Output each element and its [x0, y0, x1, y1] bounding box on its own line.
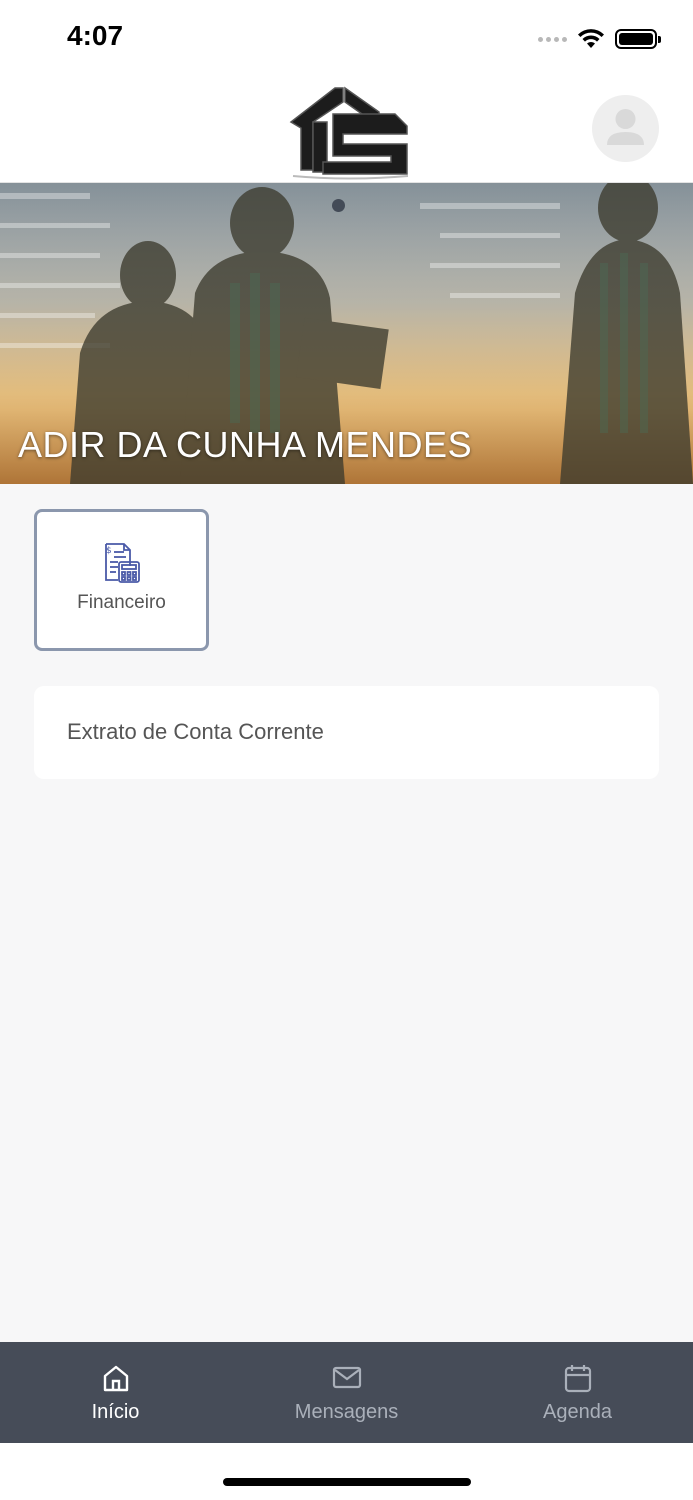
tab-mensagens[interactable]: Mensagens — [231, 1342, 462, 1443]
status-bar: 4:07 — [0, 0, 693, 78]
user-avatar-button[interactable] — [592, 95, 659, 162]
tab-mensagens-label: Mensagens — [294, 1401, 399, 1423]
calendar-icon — [564, 1365, 591, 1393]
extrato-conta-corrente-label: Extrato de Conta Corrente — [67, 719, 324, 744]
tab-agenda[interactable]: Agenda — [462, 1342, 693, 1443]
bottom-tab-bar: Início Mensagens Agenda — [0, 1342, 693, 1443]
extrato-conta-corrente-item[interactable]: Extrato de Conta Corrente — [34, 686, 659, 779]
cellular-signal-icon — [538, 36, 567, 42]
battery-icon — [615, 29, 661, 49]
home-indicator[interactable] — [223, 1478, 471, 1486]
home-indicator-area — [0, 1443, 693, 1500]
status-icons — [538, 26, 661, 52]
tab-inicio[interactable]: Início — [0, 1342, 231, 1443]
wifi-icon — [578, 29, 604, 48]
tab-agenda-label: Agenda — [543, 1401, 612, 1423]
home-icon — [103, 1365, 128, 1392]
tab-inicio-label: Início — [91, 1401, 140, 1423]
company-logo — [289, 86, 409, 180]
financeiro-label: Financeiro — [77, 592, 166, 613]
financeiro-module-card[interactable]: $ Financeiro — [34, 509, 209, 651]
status-time: 4:07 — [67, 20, 124, 51]
hero-banner[interactable]: ADIR DA CUNHA MENDES — [0, 183, 693, 484]
user-avatar-icon — [607, 109, 644, 145]
mail-icon — [332, 1366, 361, 1389]
svg-text:$: $ — [106, 546, 112, 556]
banner-user-name: ADIR DA CUNHA MENDES — [18, 424, 473, 465]
financial-document-calculator-icon: $ — [104, 543, 140, 583]
app-header — [0, 78, 693, 183]
carousel-dot-active[interactable] — [332, 199, 345, 212]
